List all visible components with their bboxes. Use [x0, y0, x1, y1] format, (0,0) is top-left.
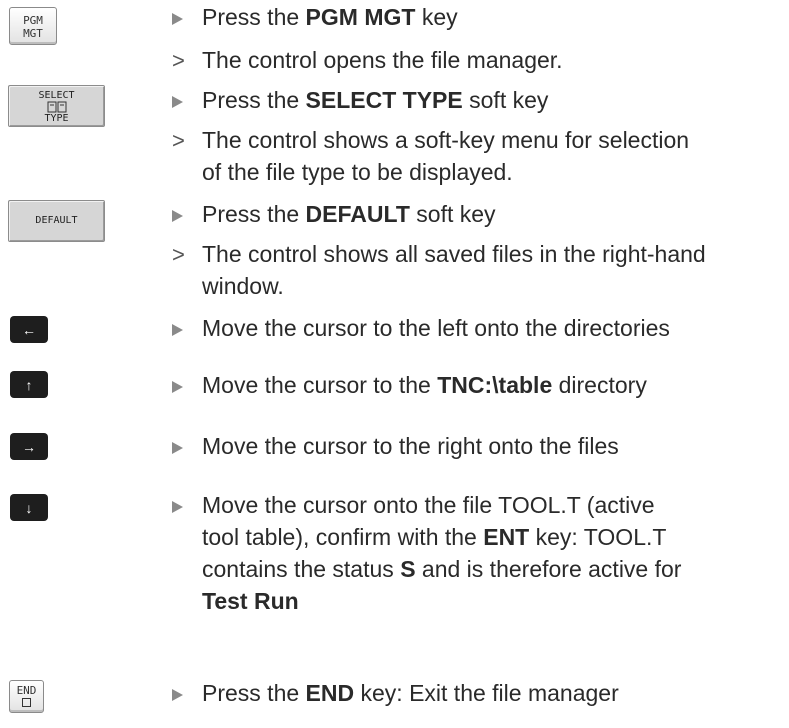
bullet-triangle-icon [172, 490, 202, 521]
arrow-up-key[interactable]: ↑ [10, 371, 48, 398]
pgm-mgt-key[interactable]: PGM MGT [9, 7, 57, 45]
arrow-right-key[interactable]: → [10, 433, 48, 460]
bullet-triangle-icon [172, 678, 202, 709]
bullet-triangle-icon [172, 313, 202, 344]
result-arrow-icon: > [172, 128, 185, 153]
arrow-down-icon: ↓ [25, 499, 33, 516]
result-arrow-icon: > [172, 48, 185, 73]
select-type-softkey-line2: TYPE [44, 113, 69, 124]
default-softkey-label: DEFAULT [35, 215, 78, 226]
end-key-label: END [16, 684, 37, 697]
arrow-left-key[interactable]: ← [10, 316, 48, 343]
bullet-triangle-icon [172, 199, 202, 230]
file-type-icon [47, 101, 66, 113]
select-type-softkey[interactable]: SELECT TYPE [8, 85, 105, 127]
bullet-triangle-icon [172, 2, 202, 33]
pgm-mgt-key-line2: MGT [23, 27, 43, 40]
bullet-triangle-icon [172, 85, 202, 116]
bullet-triangle-icon [172, 370, 202, 401]
square-icon [22, 698, 31, 707]
default-softkey[interactable]: DEFAULT [8, 200, 105, 242]
arrow-right-icon: → [22, 438, 36, 455]
result-arrow-icon: > [172, 242, 185, 267]
arrow-left-icon: ← [22, 321, 36, 338]
select-type-softkey-line1: SELECT [38, 90, 75, 101]
bullet-triangle-icon [172, 431, 202, 462]
arrow-up-icon: ↑ [25, 376, 33, 393]
pgm-mgt-key-line1: PGM [23, 14, 43, 27]
end-key[interactable]: END [9, 680, 44, 713]
arrow-down-key[interactable]: ↓ [10, 494, 48, 521]
